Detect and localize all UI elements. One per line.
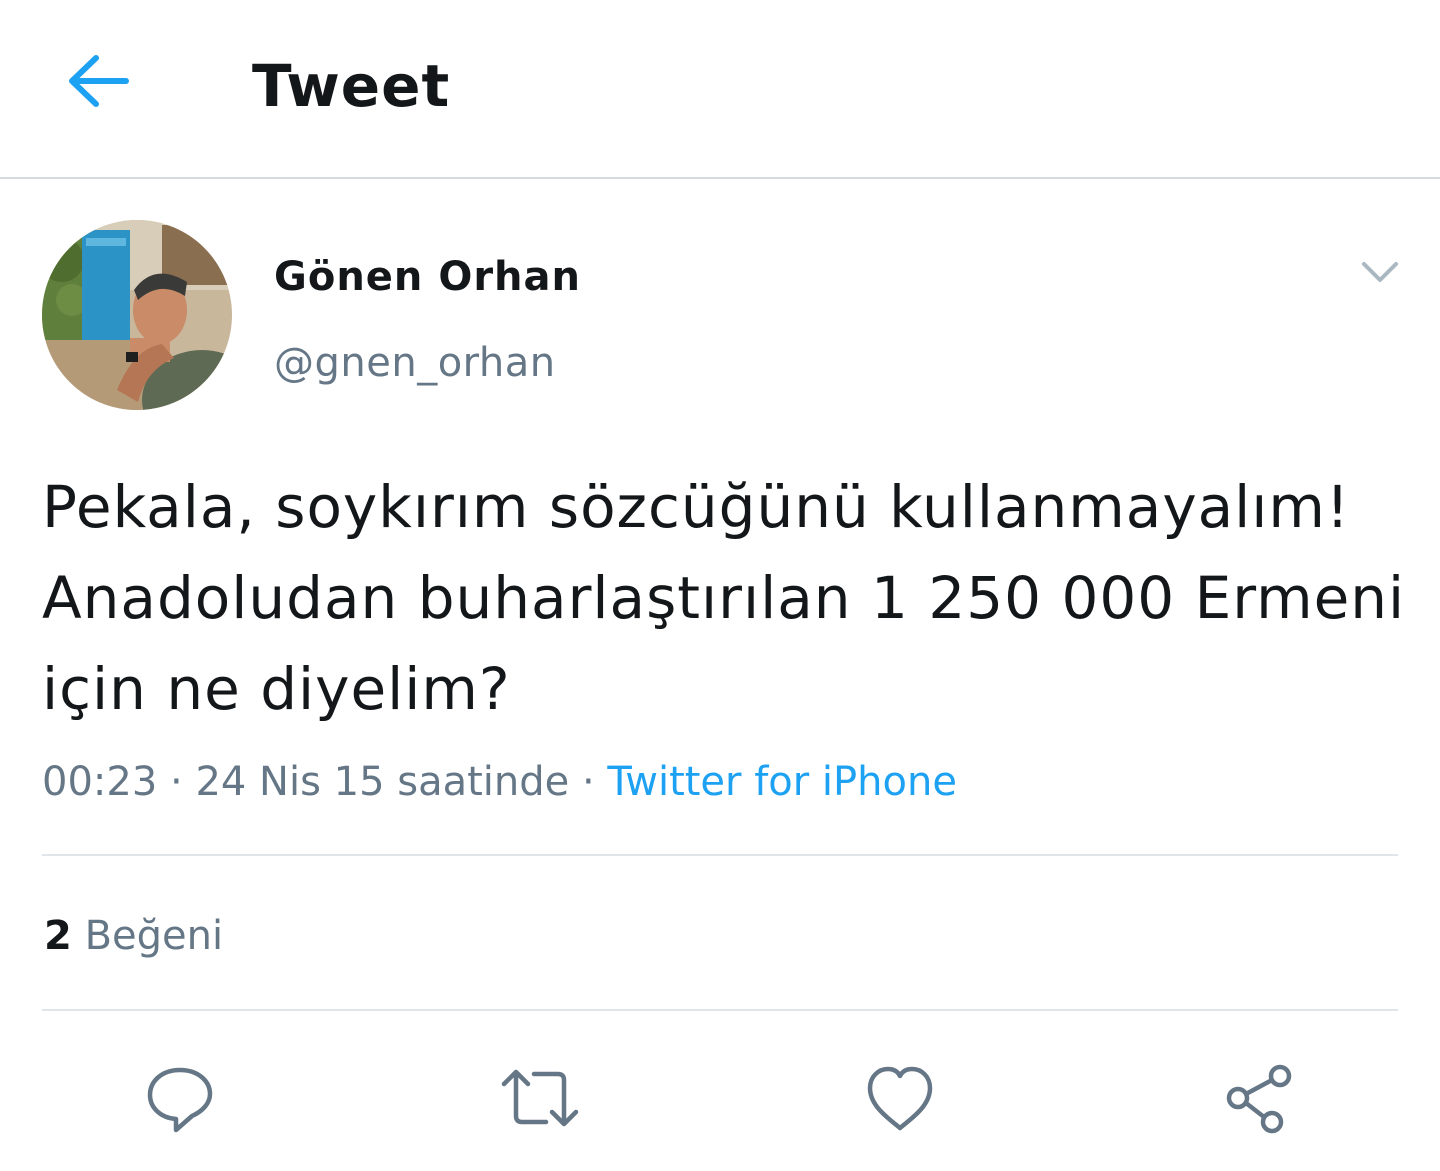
chevron-down-icon: [1362, 262, 1398, 282]
avatar[interactable]: [42, 220, 232, 410]
retweet-button[interactable]: [500, 1058, 580, 1138]
reply-icon: [147, 1067, 213, 1133]
tweet-source-link[interactable]: Twitter for iPhone: [607, 759, 957, 805]
profile-photo: [42, 220, 232, 410]
tweet-text: Pekala, soykırım sözcüğünü kullanmayalım…: [42, 473, 1406, 723]
retweet-icon: [501, 1069, 579, 1127]
tweet-date: 24 Nis 15 saatinde: [195, 759, 570, 805]
back-button[interactable]: [60, 46, 136, 116]
author-handle: @gnen_orhan: [274, 340, 556, 386]
like-button[interactable]: [860, 1058, 940, 1138]
author-name[interactable]: Gönen Orhan: [274, 250, 581, 304]
page-title: Tweet: [252, 52, 451, 120]
reply-button[interactable]: [140, 1058, 220, 1138]
meta-separator: ·: [157, 759, 196, 805]
share-icon: [1226, 1064, 1292, 1134]
likes-stat[interactable]: 2 Beğeni: [44, 908, 223, 964]
heart-icon: [867, 1066, 933, 1131]
top-bar: Tweet: [0, 0, 1440, 179]
divider: [42, 1009, 1398, 1011]
share-button[interactable]: [1220, 1058, 1300, 1138]
divider: [42, 854, 1398, 856]
likes-label: Beğeni: [84, 913, 224, 959]
tweet-menu-button[interactable]: [1356, 252, 1404, 292]
arrow-left-icon: [69, 55, 129, 107]
tweet-time: 00:23: [42, 759, 158, 805]
likes-count: 2: [44, 913, 72, 959]
tweet-meta: 00:23 · 24 Nis 15 saatinde · Twitter for…: [42, 752, 957, 812]
meta-separator: ·: [569, 759, 608, 805]
